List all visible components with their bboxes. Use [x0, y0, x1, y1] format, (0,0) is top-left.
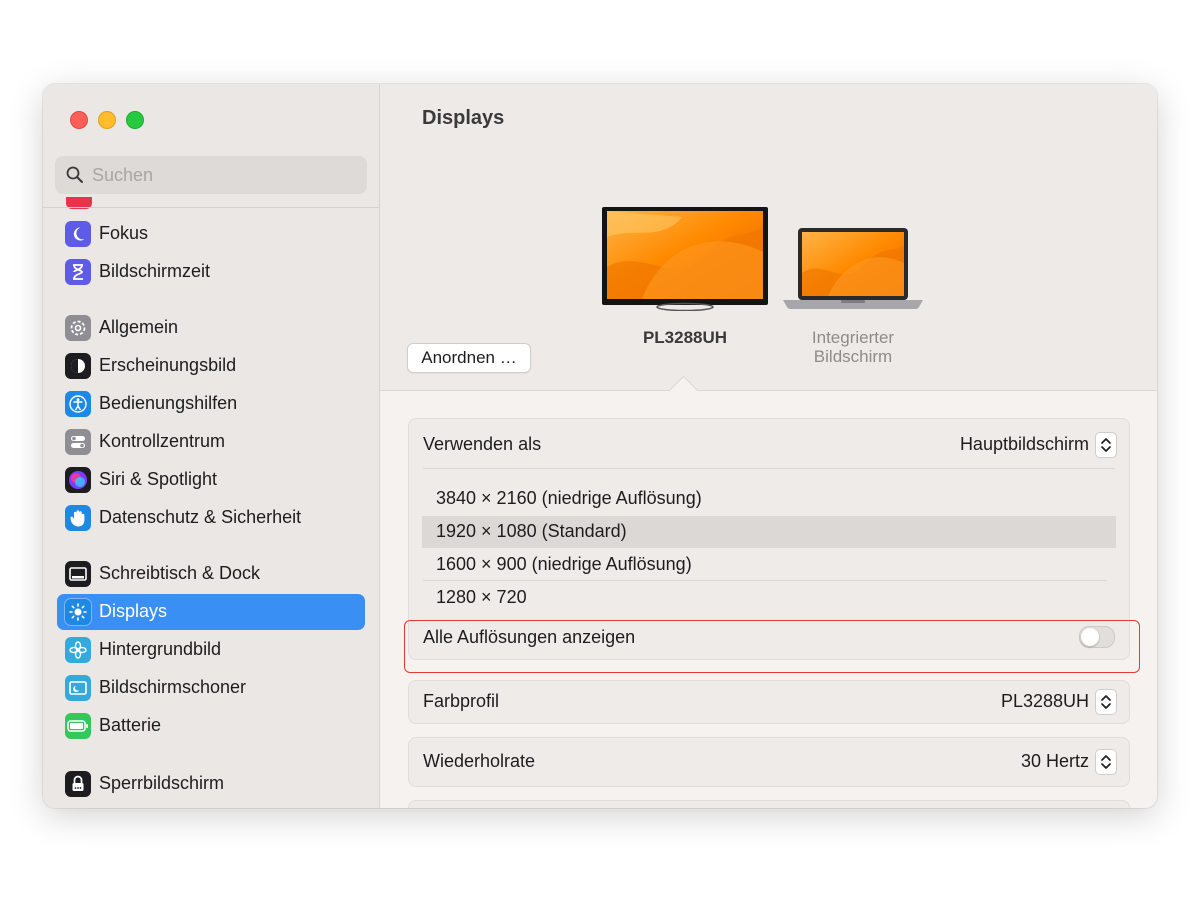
- gear-icon: [65, 315, 91, 341]
- chevron-updown-icon: [1101, 438, 1111, 452]
- dock-icon: [65, 561, 91, 587]
- row-divider: [423, 580, 1107, 581]
- minimize-button[interactable]: [98, 111, 116, 129]
- sidebar-item-label: Schreibtisch & Dock: [99, 563, 261, 583]
- sidebar-item-label: Siri & Spotlight: [99, 469, 218, 489]
- screensaver-icon: [65, 675, 91, 701]
- sun-icon: [65, 599, 91, 625]
- sidebar-item-fokus[interactable]: Fokus: [57, 216, 365, 252]
- sidebar-item-erscheinungsbild[interactable]: Erscheinungsbild: [57, 348, 365, 384]
- search-field[interactable]: Suchen: [55, 156, 367, 194]
- refresh-rate-label: Wiederholrate: [423, 751, 536, 771]
- sidebar-item-label: Bildschirmschoner: [99, 677, 247, 697]
- lock-icon: [65, 771, 91, 797]
- sidebar-item-label: Datenschutz & Sicherheit: [99, 507, 302, 527]
- external-monitor-icon[interactable]: [602, 207, 768, 311]
- sidebar-item-siri-spotlight[interactable]: Siri & Spotlight: [57, 462, 365, 498]
- color-profile-stepper[interactable]: [1095, 689, 1117, 715]
- resolution-option-selected[interactable]: 1920 × 1080 (Standard): [422, 516, 1116, 548]
- resolution-label: 1600 × 900 (niedrige Auflösung): [436, 554, 692, 574]
- siri-icon: [65, 467, 91, 493]
- sidebar-item-bildschirmzeit[interactable]: Bildschirmzeit: [57, 254, 365, 290]
- hourglass-icon: [65, 259, 91, 285]
- hand-icon: [65, 505, 91, 531]
- sidebar-item-kontrollzentrum[interactable]: Kontrollzentrum: [57, 424, 365, 460]
- sidebar-item-label: Bedienungshilfen: [99, 393, 238, 413]
- highlight-annotation: [404, 620, 1140, 673]
- color-profile-label: Farbprofil: [423, 691, 500, 711]
- color-profile-panel: Farbprofil PL3288UH: [408, 680, 1130, 724]
- zoom-button[interactable]: [126, 111, 144, 129]
- row-divider: [423, 468, 1115, 469]
- sidebar-item-schreibtisch-dock[interactable]: Schreibtisch & Dock: [57, 556, 365, 592]
- laptop-label-line1: Integrierter: [811, 328, 895, 347]
- window-controls: [70, 111, 144, 129]
- resolution-option[interactable]: 1280 × 720: [422, 582, 1116, 614]
- search-icon: [66, 166, 83, 183]
- sidebar: Suchen Fokus Bildschirmzeit Allgemein Er…: [43, 84, 380, 808]
- arrange-button[interactable]: Anordnen …: [407, 343, 531, 373]
- sidebar-item-datenschutz[interactable]: Datenschutz & Sicherheit: [57, 500, 365, 536]
- use-as-label: Verwenden als: [423, 434, 542, 454]
- sidebar-item-label: Bildschirmzeit: [99, 261, 211, 281]
- accessibility-icon: [65, 391, 91, 417]
- sidebar-item-label: Sperrbildschirm: [99, 773, 225, 793]
- main-content: Displays Anordnen … PL3288UH Integrierte…: [380, 84, 1157, 808]
- resolution-option[interactable]: 1600 × 900 (niedrige Auflösung): [422, 549, 1116, 581]
- close-button[interactable]: [70, 111, 88, 129]
- use-as-stepper[interactable]: [1095, 432, 1117, 458]
- moon-icon: [65, 221, 91, 247]
- chevron-updown-icon: [1101, 695, 1111, 709]
- sidebar-item-label: Batterie: [99, 715, 162, 735]
- resolution-label: 3840 × 2160 (niedrige Auflösung): [436, 488, 702, 508]
- sidebar-item-label: Kontrollzentrum: [99, 431, 226, 451]
- resolution-option[interactable]: 3840 × 2160 (niedrige Auflösung): [422, 483, 1116, 515]
- external-monitor-label: PL3288UH: [642, 328, 728, 347]
- sidebar-item-bildschirmschoner[interactable]: Bildschirmschoner: [57, 670, 365, 706]
- page-title: Displays: [422, 107, 505, 129]
- chevron-updown-icon: [1101, 755, 1111, 769]
- sidebar-item-batterie[interactable]: Batterie: [57, 708, 365, 744]
- sidebar-item-label: Fokus: [99, 223, 149, 243]
- laptop-label-line2: Bildschirm: [813, 347, 893, 366]
- laptop-display-icon[interactable]: [783, 228, 923, 313]
- laptop-display-label: Integrierter Bildschirm: [790, 328, 916, 366]
- refresh-rate-stepper[interactable]: [1095, 749, 1117, 775]
- color-profile-value[interactable]: PL3288UH: [1001, 691, 1089, 712]
- sidebar-item-bedienungshilfen[interactable]: Bedienungshilfen: [57, 386, 365, 422]
- sidebar-item-sperrbildschirm[interactable]: Sperrbildschirm: [57, 766, 365, 802]
- resolution-label: 1280 × 720: [436, 587, 527, 607]
- refresh-rate-panel: Wiederholrate 30 Hertz: [408, 737, 1130, 787]
- resolution-label: 1920 × 1080 (Standard): [436, 521, 627, 541]
- display-arrangement-area: Displays Anordnen … PL3288UH Integrierte…: [380, 84, 1157, 391]
- battery-icon: [65, 713, 91, 739]
- refresh-rate-value[interactable]: 30 Hertz: [1021, 751, 1089, 772]
- sidebar-item-displays[interactable]: Displays: [57, 594, 365, 630]
- appearance-icon: [65, 353, 91, 379]
- sidebar-item-allgemein[interactable]: Allgemein: [57, 310, 365, 346]
- use-as-value[interactable]: Hauptbildschirm: [960, 434, 1089, 455]
- flower-icon: [65, 637, 91, 663]
- sidebar-divider: [43, 207, 379, 208]
- sidebar-item-label: Erscheinungsbild: [99, 355, 237, 375]
- next-panel-partial: [408, 800, 1130, 808]
- sidebar-item-label: Allgemein: [99, 317, 179, 337]
- sidebar-item-label: Displays: [99, 601, 168, 621]
- search-placeholder: Suchen: [92, 165, 154, 185]
- switches-icon: [65, 429, 91, 455]
- sidebar-item-label: Hintergrundbild: [99, 639, 222, 659]
- sidebar-item-hintergrundbild[interactable]: Hintergrundbild: [57, 632, 365, 668]
- system-settings-window: Suchen Fokus Bildschirmzeit Allgemein Er…: [43, 84, 1157, 808]
